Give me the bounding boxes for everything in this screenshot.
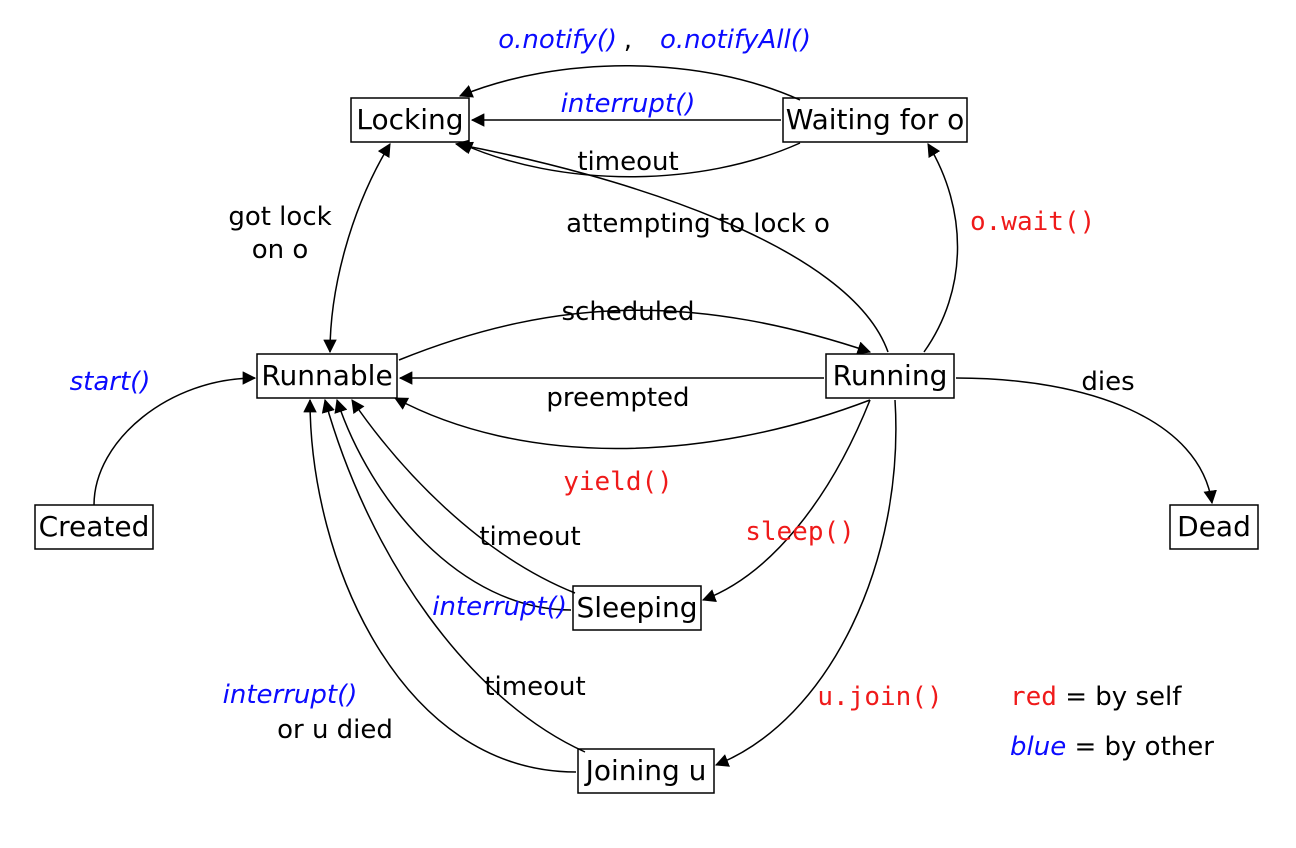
edge-join-label: u.join() — [817, 682, 942, 712]
edge-wait-label: o.wait() — [970, 207, 1095, 237]
edge-yield-label: yield() — [563, 467, 673, 497]
edge-sleep — [703, 400, 870, 600]
node-running: Running — [826, 354, 954, 398]
node-joining: Joining u — [578, 749, 714, 793]
edge-scheduled-label: scheduled — [561, 297, 694, 327]
edge-wait-interrupt-label: interrupt() — [561, 89, 696, 119]
node-joining-label: Joining u — [584, 754, 707, 787]
node-sleeping: Sleeping — [573, 586, 701, 630]
edge-start-label: start() — [70, 367, 151, 397]
legend-red: red = by self — [1010, 682, 1182, 712]
edge-join-interrupt-label1: interrupt() — [223, 680, 358, 710]
edge-join-interrupt-label2: or u died — [277, 715, 393, 745]
node-sleeping-label: Sleeping — [576, 591, 697, 624]
edge-sleep-interrupt — [337, 400, 571, 610]
edge-gotlock-label1: got lock — [228, 202, 331, 232]
node-created: Created — [35, 505, 153, 549]
edge-start — [94, 378, 255, 505]
legend-blue: blue = by other — [1010, 732, 1214, 762]
node-dead: Dead — [1170, 505, 1258, 549]
node-running-label: Running — [833, 359, 948, 392]
edge-notify-label: o.notify() , o.notifyAll() — [498, 25, 811, 55]
node-locking-label: Locking — [356, 103, 463, 136]
edge-gotlock-label2: on o — [252, 235, 309, 265]
edge-wait-timeout-label: timeout — [577, 147, 678, 177]
svg-text:o.notify(): o.notify() — [498, 25, 617, 55]
node-runnable: Runnable — [257, 354, 397, 398]
edge-wait — [924, 144, 958, 352]
svg-text:,: , — [624, 25, 632, 55]
node-created-label: Created — [39, 510, 150, 543]
thread-state-diagram: Created Runnable Running Dead Locking Wa… — [0, 0, 1296, 848]
node-dead-label: Dead — [1177, 510, 1251, 543]
svg-text:o.notifyAll(): o.notifyAll() — [660, 25, 811, 55]
node-waiting-label: Waiting for o — [786, 103, 965, 136]
legend: red = by self blue = by other — [1010, 682, 1214, 762]
edge-sleep-interrupt-label: interrupt() — [432, 592, 567, 622]
node-locking: Locking — [351, 98, 469, 142]
edge-join-timeout-label: timeout — [484, 672, 585, 702]
edge-preempted-label: preempted — [546, 383, 689, 413]
edge-attempt-label: attempting to lock o — [566, 209, 830, 239]
node-waiting: Waiting for o — [783, 98, 967, 142]
edge-gotlock — [330, 144, 390, 352]
edge-dies-label: dies — [1081, 367, 1134, 397]
edge-sleep-label: sleep() — [745, 517, 855, 547]
node-runnable-label: Runnable — [261, 359, 392, 392]
edge-sleep-timeout-label: timeout — [479, 522, 580, 552]
